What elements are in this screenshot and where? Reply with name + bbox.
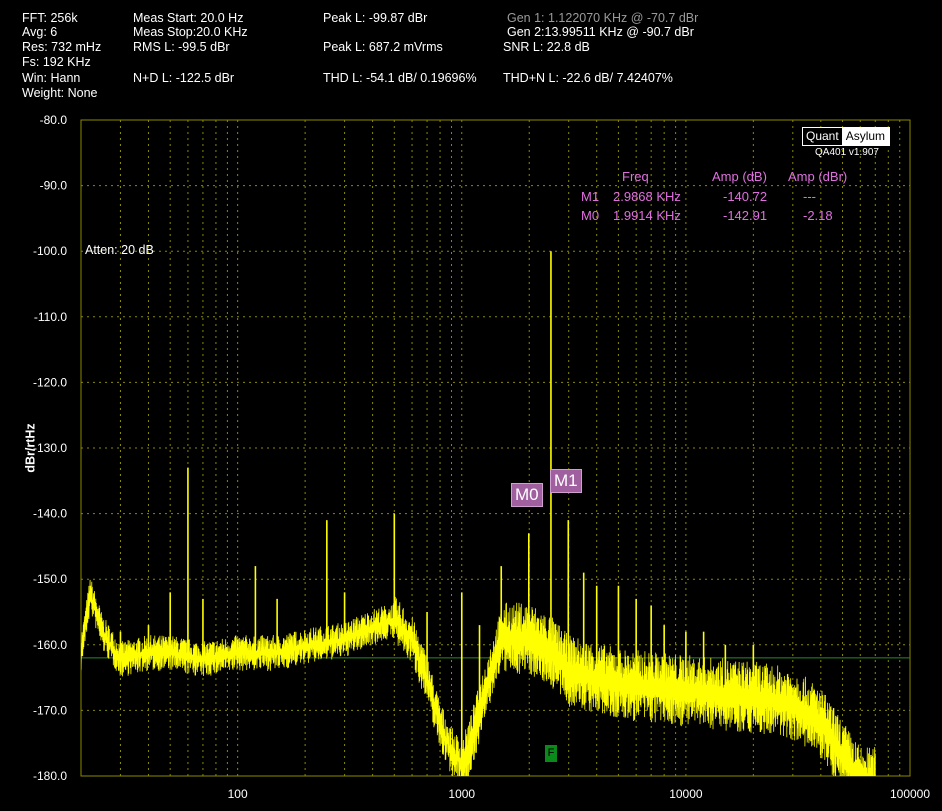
marker-row-freq: 2.9868 KHz: [613, 189, 681, 204]
x-tick-label: 100000: [890, 787, 930, 801]
logo-asylum: Asylum: [841, 128, 890, 145]
y-tick-label: -130.0: [33, 441, 67, 455]
attenuation-label: Atten: 20 dB: [85, 243, 154, 257]
y-tick-label: -140.0: [33, 507, 67, 521]
x-tick-label: 100: [228, 787, 248, 801]
quantasylum-logo: Quant Asylum: [802, 127, 891, 146]
marker-m1[interactable]: M1: [550, 469, 582, 493]
x-tick-label: 10000: [669, 787, 703, 801]
marker-row-amp-db: -142.91: [723, 208, 768, 223]
fundamental-flag[interactable]: F: [545, 745, 557, 762]
marker-header-amp-db: Amp (dB): [712, 169, 767, 184]
y-tick-label: -180.0: [33, 769, 67, 783]
marker-row-name: M1: [581, 189, 600, 204]
y-tick-label: -160.0: [33, 638, 67, 652]
marker-header-amp-dbr: Amp (dBr): [788, 169, 848, 184]
y-tick-label: -90.0: [40, 179, 68, 193]
y-tick-label: -100.0: [33, 244, 67, 258]
marker-m0[interactable]: M0: [511, 483, 543, 507]
y-tick-label: -110.0: [34, 310, 67, 324]
marker-row-amp-dbr: -2.18: [803, 208, 833, 223]
y-tick-label: -80.0: [40, 113, 68, 127]
x-tick-label: 1000: [448, 787, 475, 801]
marker-row-freq: 1.9914 KHz: [613, 208, 681, 223]
y-tick-label: -170.0: [33, 703, 67, 717]
marker-row-name: M0: [581, 208, 600, 223]
logo-quant: Quant: [803, 128, 842, 145]
marker-row-amp-db: -140.72: [723, 189, 768, 204]
spectrum-chart[interactable]: -80.0 -90.0 -100.0 -110.0 -120.0 -130.0 -140.0…: [0, 0, 942, 811]
version-label: QA401 v1.907: [815, 147, 879, 158]
marker-header-freq: Freq: [622, 169, 649, 184]
y-tick-label: -120.0: [33, 375, 67, 389]
y-tick-label: -150.0: [33, 572, 67, 586]
marker-row-amp-dbr: ---: [803, 189, 816, 204]
